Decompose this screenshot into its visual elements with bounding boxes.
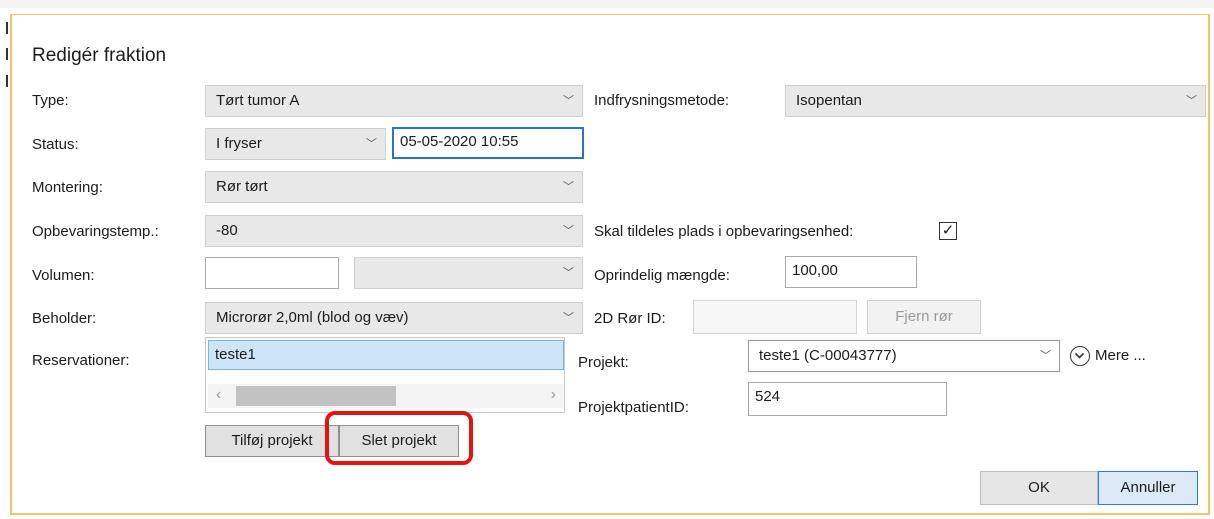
container-select[interactable]: Microrør 2,0ml (blod og væv) ﹀ bbox=[205, 302, 583, 334]
project-select[interactable]: teste1 (C-00043777) ﹀ bbox=[748, 340, 1060, 372]
mounting-label: Montering: bbox=[32, 179, 103, 196]
chevron-down-icon: ﹀ bbox=[563, 181, 574, 193]
project-patient-id-input[interactable]: 524 bbox=[748, 382, 947, 416]
more-link[interactable]: Mere ... bbox=[1095, 347, 1146, 364]
chevron-down-icon: ﹀ bbox=[563, 312, 574, 324]
remove-tube-button[interactable]: Fjern rør bbox=[867, 300, 981, 334]
status-value: I fryser bbox=[216, 135, 262, 152]
reservation-list-item[interactable]: teste1 bbox=[208, 340, 564, 370]
volume-unit-select[interactable]: ﹀ bbox=[354, 257, 583, 289]
edge-marker bbox=[6, 48, 8, 60]
tube-id-label: 2D Rør ID: bbox=[594, 310, 666, 327]
chevron-down-icon: ﹀ bbox=[563, 267, 574, 279]
original-amount-label: Oprindelig mængde: bbox=[594, 267, 730, 284]
storage-temp-value: -80 bbox=[216, 222, 238, 239]
scrollbar-thumb[interactable] bbox=[236, 386, 396, 406]
type-select[interactable]: Tørt tumor A ﹀ bbox=[205, 85, 583, 117]
edge-marker bbox=[6, 22, 8, 34]
cancel-button[interactable]: Annuller bbox=[1098, 471, 1198, 505]
original-amount-input[interactable]: 100,00 bbox=[785, 256, 917, 288]
mounting-select[interactable]: Rør tørt ﹀ bbox=[205, 171, 583, 203]
project-label: Projekt: bbox=[578, 354, 629, 371]
highlight-box bbox=[325, 411, 473, 465]
chevron-down-icon: ﹀ bbox=[563, 225, 574, 237]
scroll-right-icon[interactable]: › bbox=[551, 386, 556, 404]
project-patient-id-label: ProjektpatientID: bbox=[578, 399, 689, 416]
container-value: Microrør 2,0ml (blod og væv) bbox=[216, 309, 409, 326]
circle-chevron-down-icon[interactable] bbox=[1070, 346, 1090, 366]
storage-temp-select[interactable]: -80 ﹀ bbox=[205, 215, 583, 247]
volume-label: Volumen: bbox=[32, 267, 95, 284]
chevron-down-icon: ﹀ bbox=[563, 95, 574, 107]
reservations-label: Reservationer: bbox=[32, 352, 130, 369]
reservations-horizontal-scrollbar[interactable]: ‹ › bbox=[208, 384, 564, 408]
mounting-value: Rør tørt bbox=[216, 178, 268, 195]
freeze-method-select[interactable]: Isopentan ﹀ bbox=[785, 85, 1206, 117]
project-value: teste1 (C-00043777) bbox=[759, 347, 897, 364]
freeze-method-label: Indfrysningsmetode: bbox=[594, 92, 730, 109]
chevron-down-icon: ﹀ bbox=[1040, 350, 1051, 362]
add-project-button[interactable]: Tilføj projekt bbox=[205, 425, 339, 457]
type-value: Tørt tumor A bbox=[216, 92, 300, 109]
reservations-listbox[interactable]: teste1 ‹ › bbox=[205, 337, 565, 413]
checkmark-icon: ✓ bbox=[941, 222, 955, 239]
chevron-down-icon: ﹀ bbox=[1186, 95, 1197, 107]
ok-button[interactable]: OK bbox=[980, 471, 1098, 505]
edit-fraction-dialog: Redigér fraktion Type: Tørt tumor A ﹀ In… bbox=[10, 14, 1210, 515]
chevron-down-icon: ﹀ bbox=[366, 138, 377, 150]
volume-input[interactable] bbox=[205, 257, 339, 289]
assign-storage-label: Skal tildeles plads i opbevaringsenhed: bbox=[594, 223, 854, 240]
status-label: Status: bbox=[32, 136, 79, 153]
assign-storage-checkbox[interactable]: ✓ bbox=[939, 222, 957, 240]
window-top-bar bbox=[0, 0, 1214, 8]
scroll-left-icon[interactable]: ‹ bbox=[216, 386, 221, 404]
freeze-method-value: Isopentan bbox=[796, 92, 862, 109]
container-label: Beholder: bbox=[32, 310, 97, 327]
status-datetime-input[interactable]: 05-05-2020 10:55 bbox=[392, 127, 584, 159]
type-label: Type: bbox=[32, 92, 69, 109]
edge-marker bbox=[6, 75, 8, 87]
storage-temp-label: Opbevaringstemp.: bbox=[32, 223, 159, 240]
dialog-title: Redigér fraktion bbox=[32, 45, 167, 66]
status-select[interactable]: I fryser ﹀ bbox=[205, 128, 386, 160]
tube-id-input[interactable] bbox=[693, 300, 857, 334]
